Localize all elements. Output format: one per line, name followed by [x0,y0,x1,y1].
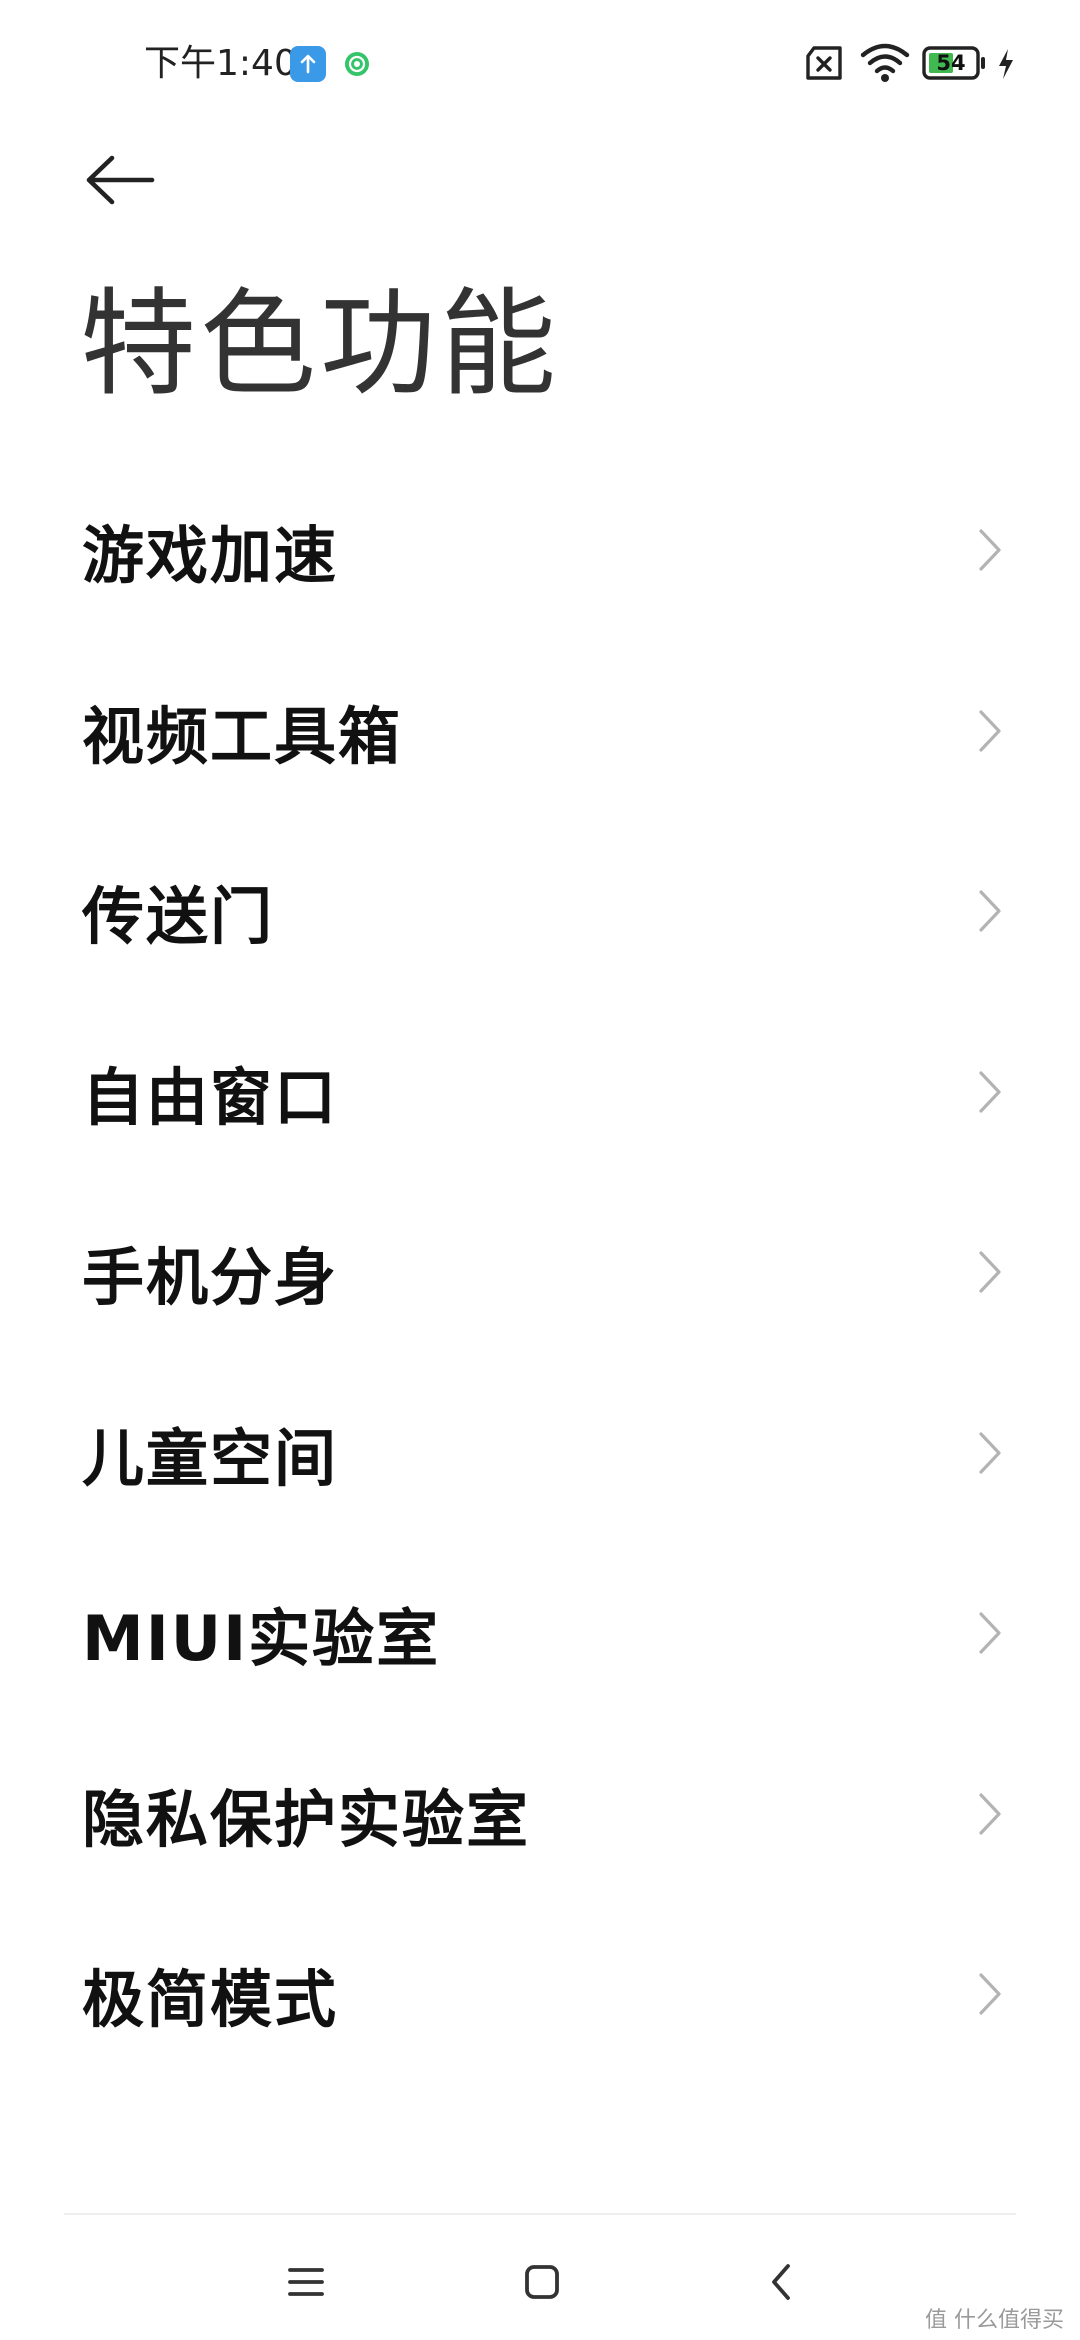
list-item-floating-windows[interactable]: 自由窗口 [0,1002,1080,1183]
list-item-label: 传送门 [82,880,275,954]
feature-list: 游戏加速 视频工具箱 传送门 自由窗口 手机分身 儿童空间 MIUI实验室 隐私… [0,460,1080,2085]
watermark: 值 什么值得买 [925,2308,1064,2333]
chevron-right-icon [979,1612,1001,1654]
list-item-label: 极简模式 [82,1963,339,2037]
upload-notification-icon [290,46,326,82]
wifi-icon [860,42,910,88]
list-item-privacy-lab[interactable]: 隐私保护实验室 [0,1724,1080,1905]
list-item-miui-lab[interactable]: MIUI实验室 [0,1543,1080,1724]
charging-bolt-icon [996,48,1016,84]
list-item-second-space[interactable]: 手机分身 [0,1182,1080,1363]
list-item-label: 隐私保护实验室 [82,1782,531,1856]
navigation-bar: 值 什么值得买 [0,2220,1080,2340]
list-item-label: MIUI实验室 [82,1602,441,1676]
list-item-label: 儿童空间 [82,1421,339,1495]
chevron-right-icon [979,1793,1001,1835]
arrow-left-icon [86,155,155,205]
back-button[interactable] [72,142,162,218]
status-bar: 下午1:40 54 [0,0,1080,128]
list-item-label: 手机分身 [82,1241,339,1315]
chevron-right-icon [979,890,1001,932]
list-item-game-turbo[interactable]: 游戏加速 [0,460,1080,641]
home-icon [525,2265,559,2299]
battery-icon: 54 [922,46,986,84]
status-time: 下午1:40 [144,43,297,84]
menu-button[interactable] [276,2252,336,2312]
page-title: 特色功能 [80,277,560,412]
list-item-kids-space[interactable]: 儿童空间 [0,1363,1080,1544]
nav-back-button[interactable] [752,2252,812,2312]
chevron-right-icon [979,1251,1001,1293]
list-item-label: 视频工具箱 [82,699,403,773]
back-icon [772,2264,790,2300]
chevron-right-icon [979,710,1001,752]
list-item-video-toolbox[interactable]: 视频工具箱 [0,641,1080,822]
chevron-right-icon [979,1071,1001,1113]
battery-level: 54 [936,51,966,75]
chevron-right-icon [979,1973,1001,2015]
sim-error-icon [802,44,846,88]
list-item-portal[interactable]: 传送门 [0,821,1080,1002]
menu-icon [288,2268,324,2296]
green-app-notification-icon [343,50,371,78]
home-button[interactable] [512,2252,572,2312]
list-item-simple-mode[interactable]: 极简模式 [0,1904,1080,2085]
nav-divider [64,2213,1016,2215]
list-item-label: 游戏加速 [82,519,339,593]
chevron-right-icon [979,1432,1001,1474]
list-item-label: 自由窗口 [82,1060,339,1134]
chevron-right-icon [979,529,1001,571]
